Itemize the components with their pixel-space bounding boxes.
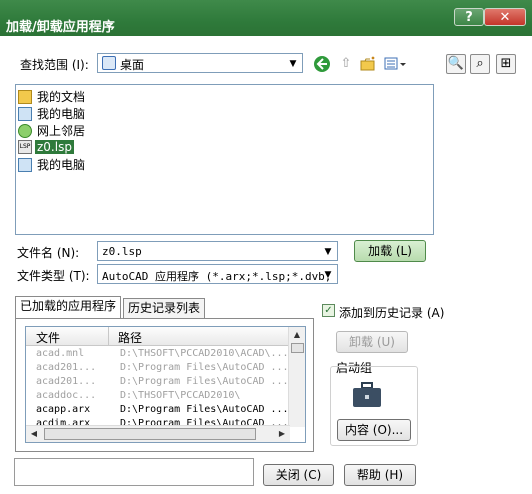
file-name: 网上邻居 xyxy=(37,124,86,138)
row-file: acaddoc... xyxy=(36,390,97,401)
horizontal-scrollbar[interactable]: ◀ ▶ xyxy=(26,425,290,442)
filetype-value: AutoCAD 应用程序 (*.arx;*.lsp;*.dvb; xyxy=(102,270,332,283)
vertical-scrollbar[interactable]: ▲ xyxy=(288,327,305,427)
table-row[interactable]: acapp.arx D:\Program Files\AutoCAD ... xyxy=(26,404,290,418)
table-row[interactable]: acad201... D:\Program Files\AutoCAD ... xyxy=(26,362,290,376)
scroll-thumb[interactable] xyxy=(44,428,256,440)
filename-label: 文件名 (N): xyxy=(17,246,80,260)
row-file: acad201... xyxy=(36,376,97,387)
list-item[interactable]: LSP z0.lsp xyxy=(18,139,74,156)
filetype-label: 文件类型 (T): xyxy=(17,269,90,283)
network-icon xyxy=(18,123,32,138)
column-path[interactable]: 路径 xyxy=(118,329,142,346)
load-button[interactable]: 加载 (L) xyxy=(354,240,426,262)
startup-group: 内容 (O)... xyxy=(330,366,418,446)
list-item[interactable]: 我的电脑 xyxy=(18,156,87,173)
computer-icon xyxy=(18,106,32,121)
computer-icon xyxy=(18,157,32,172)
chevron-down-icon[interactable]: ▼ xyxy=(321,245,335,259)
table-row[interactable]: acad201... D:\Program Files\AutoCAD ... xyxy=(26,376,290,390)
folder-icon xyxy=(18,89,32,104)
column-divider[interactable] xyxy=(108,327,109,345)
scroll-left-icon[interactable]: ◀ xyxy=(27,427,41,441)
back-icon[interactable] xyxy=(312,55,332,75)
chevron-down-icon[interactable]: ▼ xyxy=(321,268,335,282)
lookin-label: 查找范围 (I): xyxy=(20,58,89,72)
find-file-icon[interactable]: 🔍 xyxy=(446,54,466,74)
file-name: 我的文档 xyxy=(37,90,86,104)
tab-loaded-apps[interactable]: 已加载的应用程序 xyxy=(15,296,121,318)
row-path: D:\THSOFT\PCCAD2010\ACAD\... xyxy=(120,348,289,359)
briefcase-icon[interactable] xyxy=(351,381,383,409)
help-title-button[interactable]: ? xyxy=(454,8,484,26)
chevron-down-icon[interactable]: ▼ xyxy=(286,57,300,71)
close-title-button[interactable]: ✕ xyxy=(484,8,526,26)
scroll-thumb[interactable] xyxy=(291,343,304,353)
table-row[interactable]: acaddoc... D:\THSOFT\PCCAD2010\ xyxy=(26,390,290,404)
scroll-up-icon[interactable]: ▲ xyxy=(290,328,304,342)
row-path: D:\Program Files\AutoCAD ... xyxy=(120,362,289,373)
file-name: z0.lsp xyxy=(35,139,74,154)
close-button[interactable]: 关闭 (C) xyxy=(263,464,334,486)
list-item[interactable]: 网上邻居 xyxy=(18,122,87,139)
status-box xyxy=(14,458,254,486)
row-file: acad.mnl xyxy=(36,348,85,359)
row-path: D:\Program Files\AutoCAD ... xyxy=(120,404,289,415)
help-button[interactable]: 帮助 (H) xyxy=(344,464,416,486)
grid-header: 文件 路径 xyxy=(26,327,290,346)
filename-combo[interactable]: z0.lsp ▼ xyxy=(97,241,338,261)
locate-icon[interactable]: ⌕ xyxy=(470,54,490,74)
file-list[interactable]: 我的文档 我的电脑 网上邻居 LSP z0.lsp 我的电脑 xyxy=(15,84,434,235)
add-history-label[interactable]: 添加到历史记录 (A) xyxy=(339,304,444,321)
tab-history-list[interactable]: 历史记录列表 xyxy=(123,298,205,318)
lookin-value: 桌面 xyxy=(120,58,145,72)
lsp-file-icon: LSP xyxy=(18,139,32,154)
unload-button[interactable]: 卸载 (U) xyxy=(336,331,408,353)
title-bar[interactable]: 加载/卸载应用程序 ? ✕ xyxy=(0,0,532,36)
list-item[interactable]: 我的电脑 xyxy=(18,105,87,122)
scroll-right-icon[interactable]: ▶ xyxy=(275,427,289,441)
lookin-combo[interactable]: 桌面 ▼ xyxy=(97,53,303,73)
loaded-apps-panel: 文件 路径 acad.mnl D:\THSOFT\PCCAD2010\ACAD\.… xyxy=(15,318,314,452)
filetype-combo[interactable]: AutoCAD 应用程序 (*.arx;*.lsp;*.dvb; ▼ xyxy=(97,264,338,284)
file-name: 我的电脑 xyxy=(37,107,86,121)
add-history-checkbox[interactable]: ✓ xyxy=(322,304,335,317)
load-unload-dialog: 加载/卸载应用程序 ? ✕ 查找范围 (I): 桌面 ▼ ⇧ 🔍 ⌕ ⊞ 我的文… xyxy=(0,0,532,494)
loaded-apps-grid[interactable]: 文件 路径 acad.mnl D:\THSOFT\PCCAD2010\ACAD\.… xyxy=(25,326,306,443)
window-title: 加载/卸载应用程序 xyxy=(6,20,115,35)
row-path: D:\Program Files\AutoCAD ... xyxy=(120,376,289,387)
views-icon[interactable] xyxy=(382,55,408,75)
desktop-icon xyxy=(102,56,116,70)
up-folder-icon[interactable]: ⇧ xyxy=(336,55,356,75)
row-file: acapp.arx xyxy=(36,404,91,415)
new-folder-icon[interactable] xyxy=(358,55,378,75)
list-item[interactable]: 我的文档 xyxy=(18,88,87,105)
file-name: 我的电脑 xyxy=(37,158,86,172)
column-file[interactable]: 文件 xyxy=(36,329,60,346)
filename-value: z0.lsp xyxy=(102,245,142,258)
webfolder-icon[interactable]: ⊞ xyxy=(496,54,516,74)
table-row[interactable]: acad.mnl D:\THSOFT\PCCAD2010\ACAD\... xyxy=(26,348,290,362)
row-file: acad201... xyxy=(36,362,97,373)
contents-button[interactable]: 内容 (O)... xyxy=(337,419,411,441)
row-path: D:\THSOFT\PCCAD2010\ xyxy=(120,390,241,401)
